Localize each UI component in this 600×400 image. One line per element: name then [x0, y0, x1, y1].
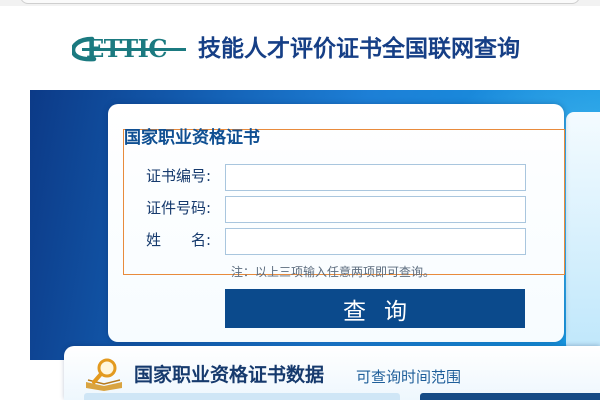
- query-button[interactable]: 查询: [225, 289, 525, 328]
- name-label: 姓 名:: [146, 231, 212, 249]
- form-title: 国家职业资格证书: [124, 128, 260, 148]
- section-subtitle: 可查询时间范围: [356, 368, 462, 386]
- id-number-input[interactable]: [225, 196, 526, 223]
- certificate-number-label: 证书编号:: [146, 167, 212, 185]
- name-input[interactable]: [225, 228, 526, 255]
- browser-top-strip: [0, 0, 600, 6]
- book-magnifier-icon: [82, 356, 128, 392]
- section-tab-left: [84, 393, 400, 400]
- form-note: 注：以上三项输入任意两项即可查询。: [231, 265, 436, 279]
- logo-text: ETTIC: [86, 34, 167, 63]
- top-tab-edge: [20, 0, 580, 4]
- side-card-edge: [566, 112, 600, 352]
- certificate-number-input[interactable]: [225, 164, 526, 191]
- section-title: 国家职业资格证书数据: [134, 364, 325, 386]
- id-number-label: 证件号码:: [146, 199, 212, 217]
- site-title: 技能人才评价证书全国联网查询: [198, 36, 520, 62]
- section-tab-right: [420, 393, 600, 400]
- ettic-logo: ETTIC: [70, 34, 188, 63]
